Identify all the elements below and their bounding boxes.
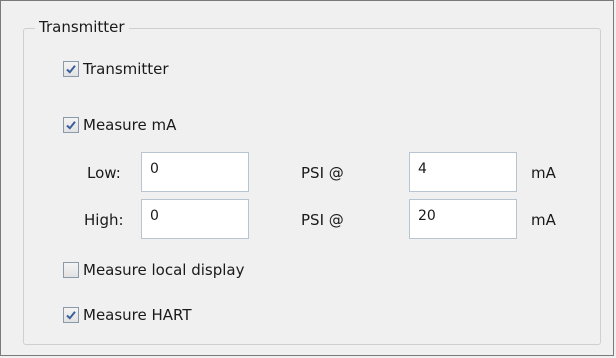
measure-ma-checkbox-label[interactable]: Measure mA: [83, 115, 176, 135]
measure-hart-checkbox-label[interactable]: Measure HART: [83, 305, 192, 325]
low-psi-at-label: PSI @: [301, 164, 344, 182]
measure-hart-checkbox-row[interactable]: Measure HART: [63, 305, 192, 325]
checkmark-icon: [66, 121, 76, 130]
transmitter-checkbox-row[interactable]: Transmitter: [63, 59, 169, 79]
high-ma-unit: mA: [531, 211, 556, 229]
high-ma-input[interactable]: 20: [409, 199, 517, 239]
checkmark-icon: [66, 65, 76, 74]
high-label: High:: [84, 211, 124, 229]
transmitter-checkbox-label[interactable]: Transmitter: [83, 59, 169, 79]
measure-hart-checkbox[interactable]: [63, 307, 79, 323]
measure-ma-checkbox[interactable]: [63, 117, 79, 133]
groupbox-title: Transmitter: [35, 17, 129, 37]
low-ma-unit: mA: [531, 164, 556, 182]
low-ma-input[interactable]: 4: [409, 152, 517, 192]
high-psi-at-label: PSI @: [301, 211, 344, 229]
measure-local-display-checkbox-label[interactable]: Measure local display: [83, 260, 245, 280]
measure-ma-checkbox-row[interactable]: Measure mA: [63, 115, 176, 135]
transmitter-checkbox[interactable]: [63, 61, 79, 77]
transmitter-panel: Transmitter Transmitter Measure mA Low: …: [0, 0, 614, 356]
low-label: Low:: [87, 164, 121, 182]
measure-local-display-checkbox-row[interactable]: Measure local display: [63, 260, 245, 280]
low-psi-input[interactable]: 0: [141, 152, 249, 192]
high-psi-input[interactable]: 0: [141, 199, 249, 239]
checkmark-icon: [66, 311, 76, 320]
measure-local-display-checkbox[interactable]: [63, 262, 79, 278]
